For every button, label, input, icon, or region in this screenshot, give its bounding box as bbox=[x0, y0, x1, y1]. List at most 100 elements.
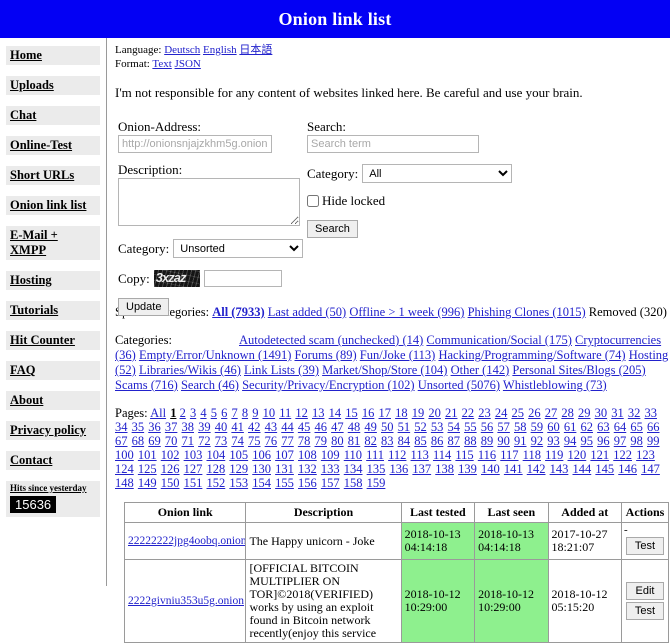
page-link-144[interactable]: 144 bbox=[573, 462, 592, 476]
page-link-4[interactable]: 4 bbox=[200, 406, 206, 420]
page-link-151[interactable]: 151 bbox=[184, 476, 203, 490]
page-link-79[interactable]: 79 bbox=[315, 434, 328, 448]
page-link-136[interactable]: 136 bbox=[390, 462, 409, 476]
page-link-78[interactable]: 78 bbox=[298, 434, 311, 448]
page-link-76[interactable]: 76 bbox=[265, 434, 278, 448]
sidebar-item-chat[interactable]: Chat bbox=[6, 106, 100, 125]
page-link-10[interactable]: 10 bbox=[263, 406, 276, 420]
page-link-73[interactable]: 73 bbox=[215, 434, 228, 448]
page-link-13[interactable]: 13 bbox=[312, 406, 325, 420]
page-link-86[interactable]: 86 bbox=[431, 434, 444, 448]
page-link-47[interactable]: 47 bbox=[331, 420, 344, 434]
page-link-84[interactable]: 84 bbox=[398, 434, 411, 448]
category-link-13[interactable]: Scams (716) bbox=[115, 378, 178, 392]
page-link-18[interactable]: 18 bbox=[395, 406, 408, 420]
page-link-143[interactable]: 143 bbox=[550, 462, 569, 476]
page-link-130[interactable]: 130 bbox=[252, 462, 271, 476]
page-link-95[interactable]: 95 bbox=[581, 434, 594, 448]
page-link-117[interactable]: 117 bbox=[500, 448, 518, 462]
page-link-105[interactable]: 105 bbox=[229, 448, 248, 462]
page-link-124[interactable]: 124 bbox=[115, 462, 134, 476]
page-link-121[interactable]: 121 bbox=[590, 448, 609, 462]
page-link-85[interactable]: 85 bbox=[414, 434, 427, 448]
page-link-64[interactable]: 64 bbox=[614, 420, 627, 434]
page-link-39[interactable]: 39 bbox=[198, 420, 211, 434]
page-link-114[interactable]: 114 bbox=[433, 448, 451, 462]
sidebar-item-email-xmpp[interactable]: E-Mail + XMPP bbox=[6, 226, 100, 260]
category-link-17[interactable]: Whistleblowing (73) bbox=[503, 378, 607, 392]
page-link-29[interactable]: 29 bbox=[578, 406, 591, 420]
page-link-83[interactable]: 83 bbox=[381, 434, 394, 448]
page-link-157[interactable]: 157 bbox=[321, 476, 340, 490]
category-link-8[interactable]: Libraries/Wikis (46) bbox=[139, 363, 241, 377]
page-link-131[interactable]: 131 bbox=[275, 462, 294, 476]
category-link-15[interactable]: Security/Privacy/Encryption (102) bbox=[242, 378, 415, 392]
page-link-34[interactable]: 34 bbox=[115, 420, 128, 434]
page-link-2[interactable]: 2 bbox=[180, 406, 186, 420]
page-link-27[interactable]: 27 bbox=[545, 406, 558, 420]
format-link-0[interactable]: Text bbox=[152, 58, 171, 70]
page-link-80[interactable]: 80 bbox=[331, 434, 344, 448]
page-link-42[interactable]: 42 bbox=[248, 420, 261, 434]
page-link-24[interactable]: 24 bbox=[495, 406, 508, 420]
page-link-112[interactable]: 112 bbox=[388, 448, 406, 462]
search-button[interactable]: Search bbox=[307, 220, 358, 238]
page-link-37[interactable]: 37 bbox=[165, 420, 178, 434]
page-link-26[interactable]: 26 bbox=[528, 406, 541, 420]
sidebar-item-about[interactable]: About bbox=[6, 391, 100, 410]
page-link-57[interactable]: 57 bbox=[497, 420, 510, 434]
page-link-103[interactable]: 103 bbox=[184, 448, 203, 462]
page-link-16[interactable]: 16 bbox=[362, 406, 375, 420]
page-link-33[interactable]: 33 bbox=[644, 406, 657, 420]
page-link-63[interactable]: 63 bbox=[597, 420, 610, 434]
page-link-100[interactable]: 100 bbox=[115, 448, 134, 462]
page-link-11[interactable]: 11 bbox=[279, 406, 291, 420]
edit-button[interactable]: Edit bbox=[626, 582, 665, 600]
page-link-5[interactable]: 5 bbox=[211, 406, 217, 420]
page-link-150[interactable]: 150 bbox=[161, 476, 180, 490]
page-link-96[interactable]: 96 bbox=[597, 434, 610, 448]
page-link-82[interactable]: 82 bbox=[364, 434, 377, 448]
category-link-1[interactable]: Communication/Social (175) bbox=[426, 333, 571, 347]
page-link-118[interactable]: 118 bbox=[523, 448, 541, 462]
page-link-49[interactable]: 49 bbox=[364, 420, 377, 434]
page-link-71[interactable]: 71 bbox=[182, 434, 195, 448]
page-link-30[interactable]: 30 bbox=[595, 406, 608, 420]
page-link-110[interactable]: 110 bbox=[344, 448, 362, 462]
page-link-23[interactable]: 23 bbox=[478, 406, 491, 420]
page-link-126[interactable]: 126 bbox=[161, 462, 180, 476]
page-link-22[interactable]: 22 bbox=[462, 406, 475, 420]
sidebar-item-contact[interactable]: Contact bbox=[6, 451, 100, 470]
page-link-62[interactable]: 62 bbox=[581, 420, 594, 434]
page-link-88[interactable]: 88 bbox=[464, 434, 477, 448]
category-link-5[interactable]: Fun/Joke (113) bbox=[360, 348, 436, 362]
page-link-147[interactable]: 147 bbox=[641, 462, 660, 476]
page-link-135[interactable]: 135 bbox=[367, 462, 386, 476]
page-link-58[interactable]: 58 bbox=[514, 420, 527, 434]
test-button[interactable]: Test bbox=[626, 602, 665, 620]
search-input[interactable] bbox=[307, 135, 479, 153]
page-link-3[interactable]: 3 bbox=[190, 406, 196, 420]
page-link-74[interactable]: 74 bbox=[231, 434, 244, 448]
page-link-122[interactable]: 122 bbox=[613, 448, 632, 462]
page-link-142[interactable]: 142 bbox=[527, 462, 546, 476]
page-link-69[interactable]: 69 bbox=[148, 434, 161, 448]
page-link-155[interactable]: 155 bbox=[275, 476, 294, 490]
sidebar-item-hosting[interactable]: Hosting bbox=[6, 271, 100, 290]
page-link-50[interactable]: 50 bbox=[381, 420, 394, 434]
language-link-2[interactable]: 日本語 bbox=[239, 44, 272, 56]
page-link-137[interactable]: 137 bbox=[412, 462, 431, 476]
page-link-108[interactable]: 108 bbox=[298, 448, 317, 462]
page-link-109[interactable]: 109 bbox=[321, 448, 340, 462]
category-link-16[interactable]: Unsorted (5076) bbox=[418, 378, 500, 392]
sidebar-item-home[interactable]: Home bbox=[6, 46, 100, 65]
page-link-128[interactable]: 128 bbox=[207, 462, 226, 476]
page-link-123[interactable]: 123 bbox=[636, 448, 655, 462]
page-link-53[interactable]: 53 bbox=[431, 420, 444, 434]
sidebar-item-tutorials[interactable]: Tutorials bbox=[6, 301, 100, 320]
page-link-56[interactable]: 56 bbox=[481, 420, 494, 434]
category-link-3[interactable]: Empty/Error/Unknown (1491) bbox=[139, 348, 291, 362]
page-link-36[interactable]: 36 bbox=[148, 420, 161, 434]
page-link-115[interactable]: 115 bbox=[455, 448, 473, 462]
page-link-6[interactable]: 6 bbox=[221, 406, 227, 420]
